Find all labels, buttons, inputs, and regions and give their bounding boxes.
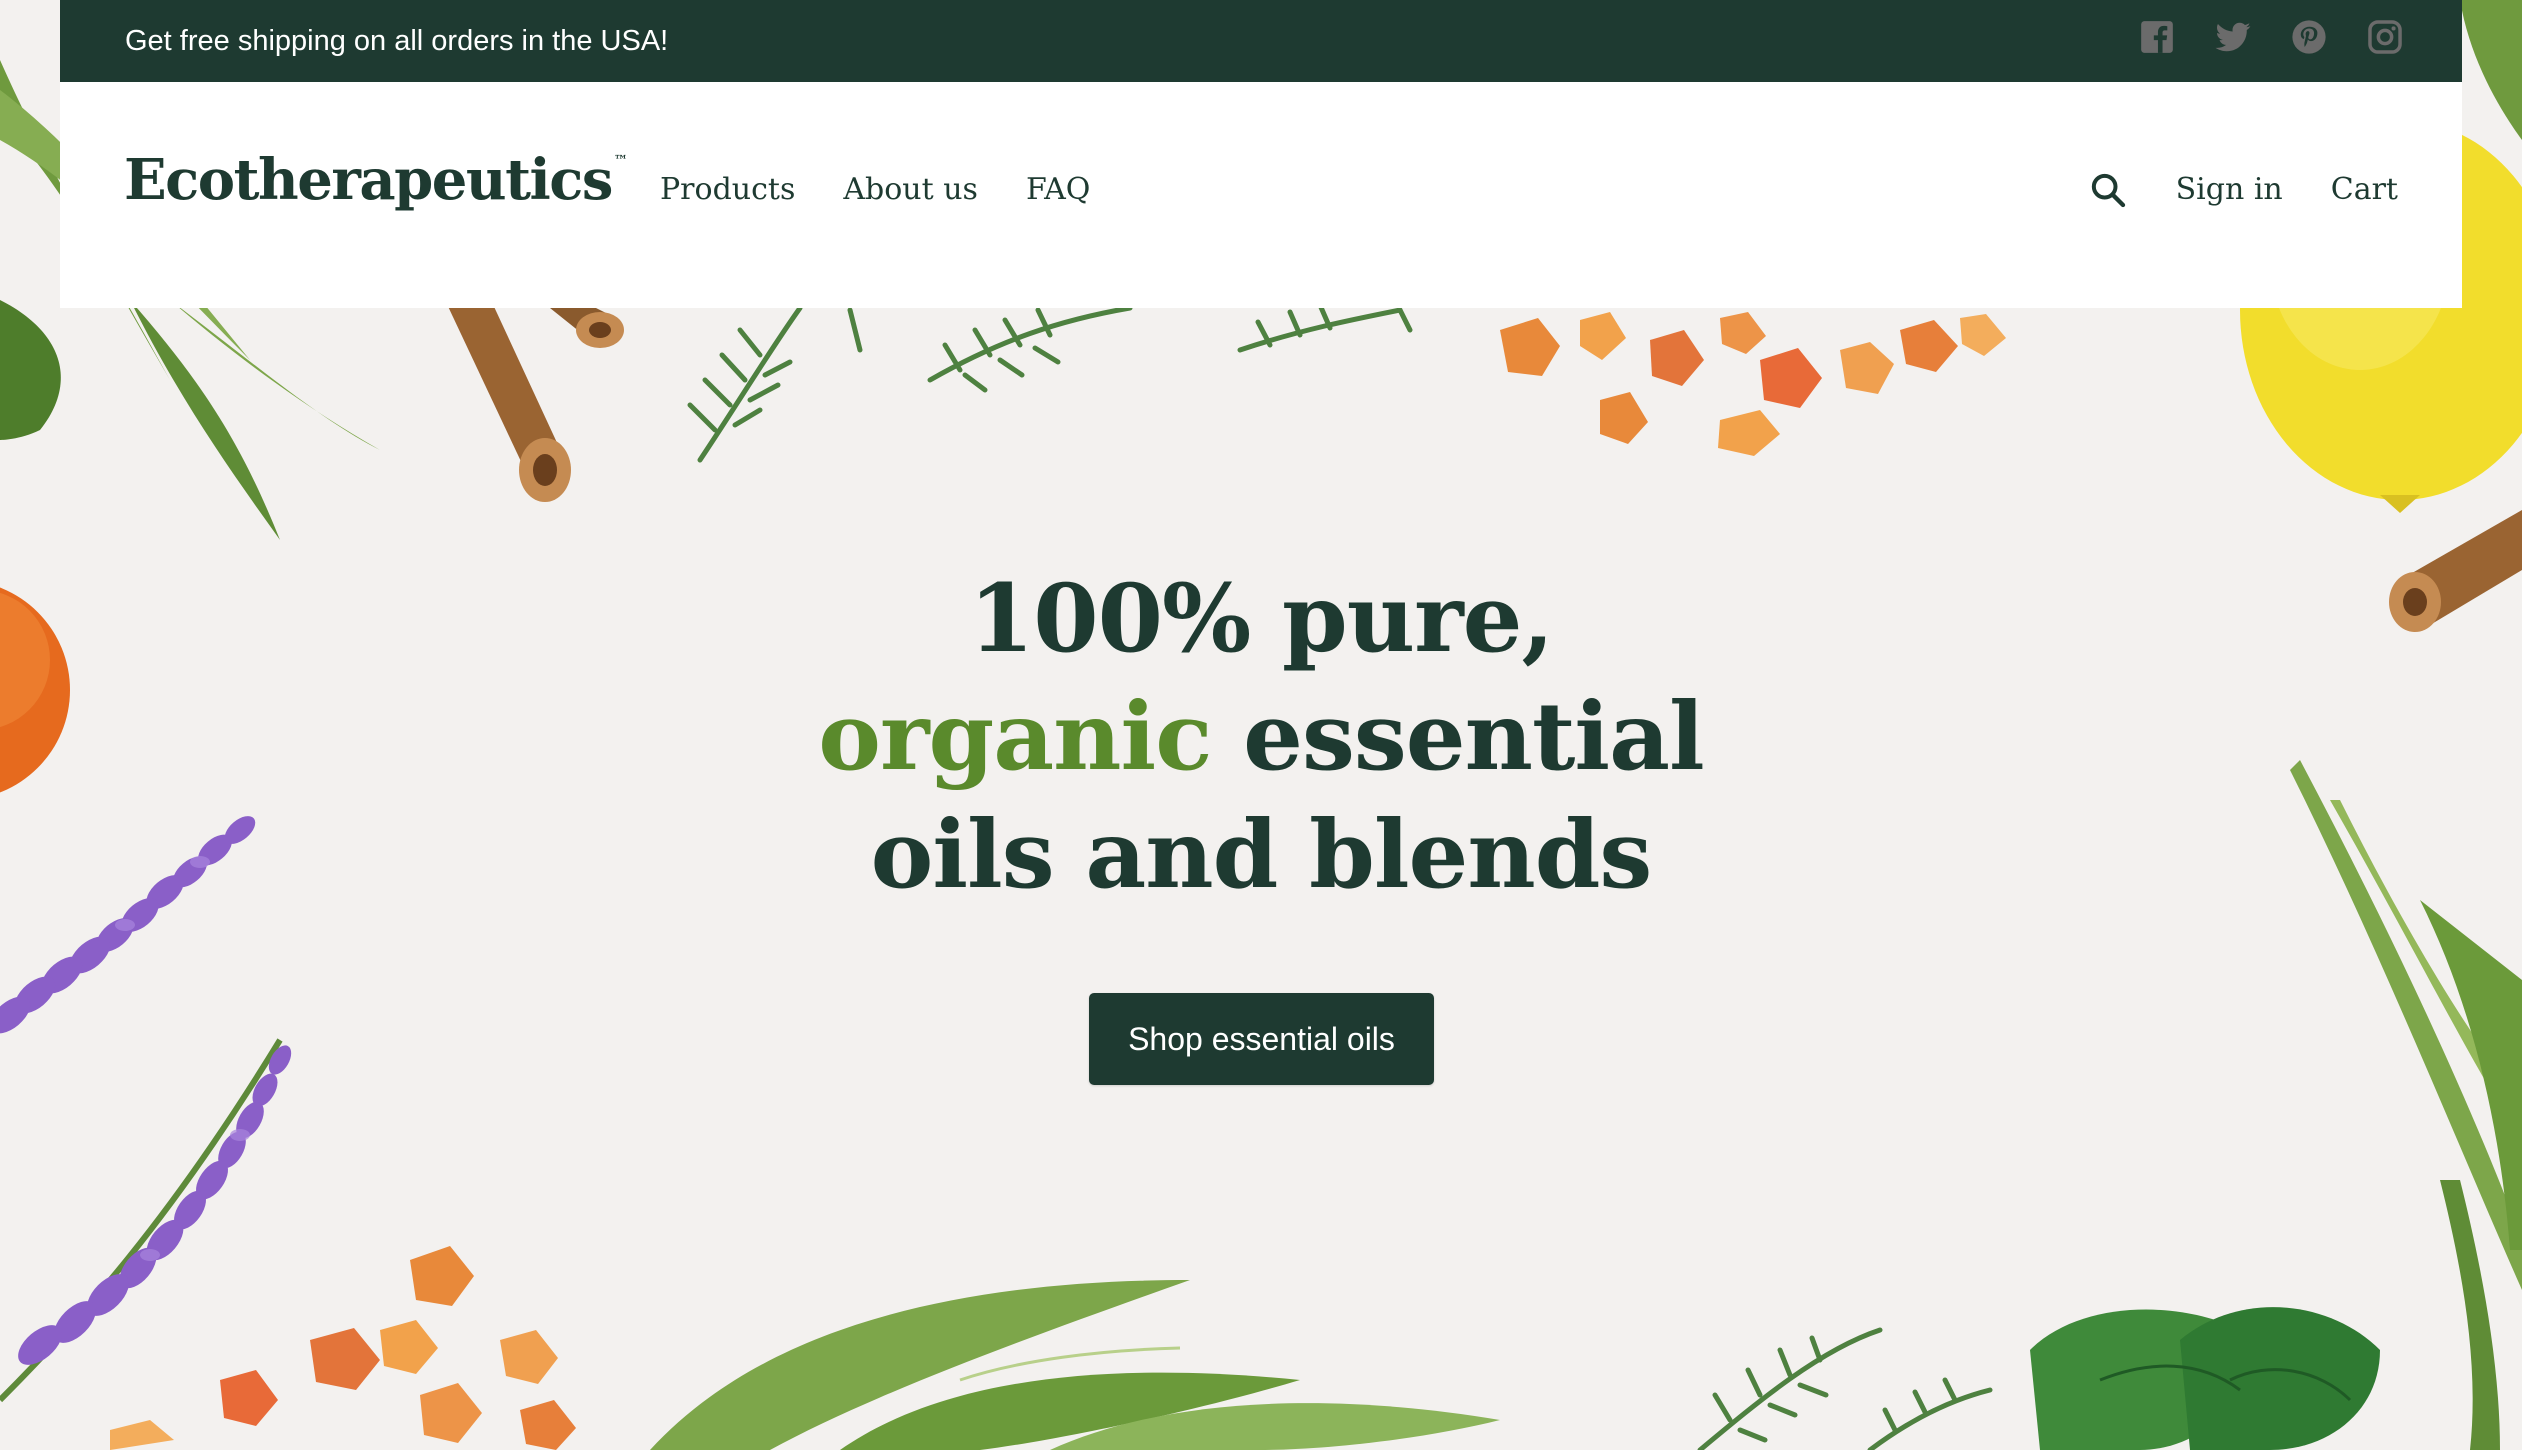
shop-essential-oils-button[interactable]: Shop essential oils <box>1089 993 1434 1085</box>
mint-leaves-bottom-right <box>2030 1307 2380 1450</box>
hero-heading: 100% pure, organic essential oils and bl… <box>0 560 2522 914</box>
trademark-mark: ™ <box>613 153 628 170</box>
search-icon[interactable] <box>2088 170 2128 210</box>
rosemary-sprigs-top <box>687 302 1413 463</box>
sign-in-link[interactable]: Sign in <box>2176 172 2283 208</box>
site-header: Ecotherapeutics ™ Products About us FAQ S… <box>60 82 2462 308</box>
social-links <box>2138 18 2404 56</box>
facebook-icon[interactable] <box>2138 18 2176 56</box>
nav-link-faq[interactable]: FAQ <box>1026 172 1090 208</box>
cinnamon-sticks-top <box>445 298 624 502</box>
main-nav: Products About us FAQ <box>660 172 1090 208</box>
rosemary-sprigs-bottom <box>1697 1327 1993 1450</box>
landing-page: Get free shipping on all orders in the U… <box>0 0 2522 1450</box>
account-nav: Sign in Cart <box>2088 170 2398 210</box>
hero-highlight-word: organic <box>818 682 1212 792</box>
twitter-icon[interactable] <box>2214 18 2252 56</box>
brand-logo-text: Ecotherapeutics <box>124 147 613 213</box>
announcement-bar: Get free shipping on all orders in the U… <box>60 0 2462 82</box>
hero-section: 100% pure, organic essential oils and bl… <box>0 560 2522 914</box>
pinterest-icon[interactable] <box>2290 18 2328 56</box>
eucalyptus-leaves-bottom <box>650 1280 1500 1450</box>
hero-line-2-rest: essential <box>1211 682 1705 792</box>
instagram-icon[interactable] <box>2366 18 2404 56</box>
hero-line-1: 100% pure, <box>968 564 1554 674</box>
cart-link[interactable]: Cart <box>2331 172 2398 208</box>
resin-pieces-top <box>1500 312 2006 456</box>
resin-pieces-bottom-left <box>110 1246 576 1450</box>
nav-link-products[interactable]: Products <box>660 172 795 208</box>
nav-link-about-us[interactable]: About us <box>843 172 978 208</box>
announcement-text: Get free shipping on all orders in the U… <box>125 25 669 57</box>
brand-logo[interactable]: Ecotherapeutics ™ <box>124 152 628 208</box>
hero-line-3: oils and blends <box>870 800 1653 910</box>
